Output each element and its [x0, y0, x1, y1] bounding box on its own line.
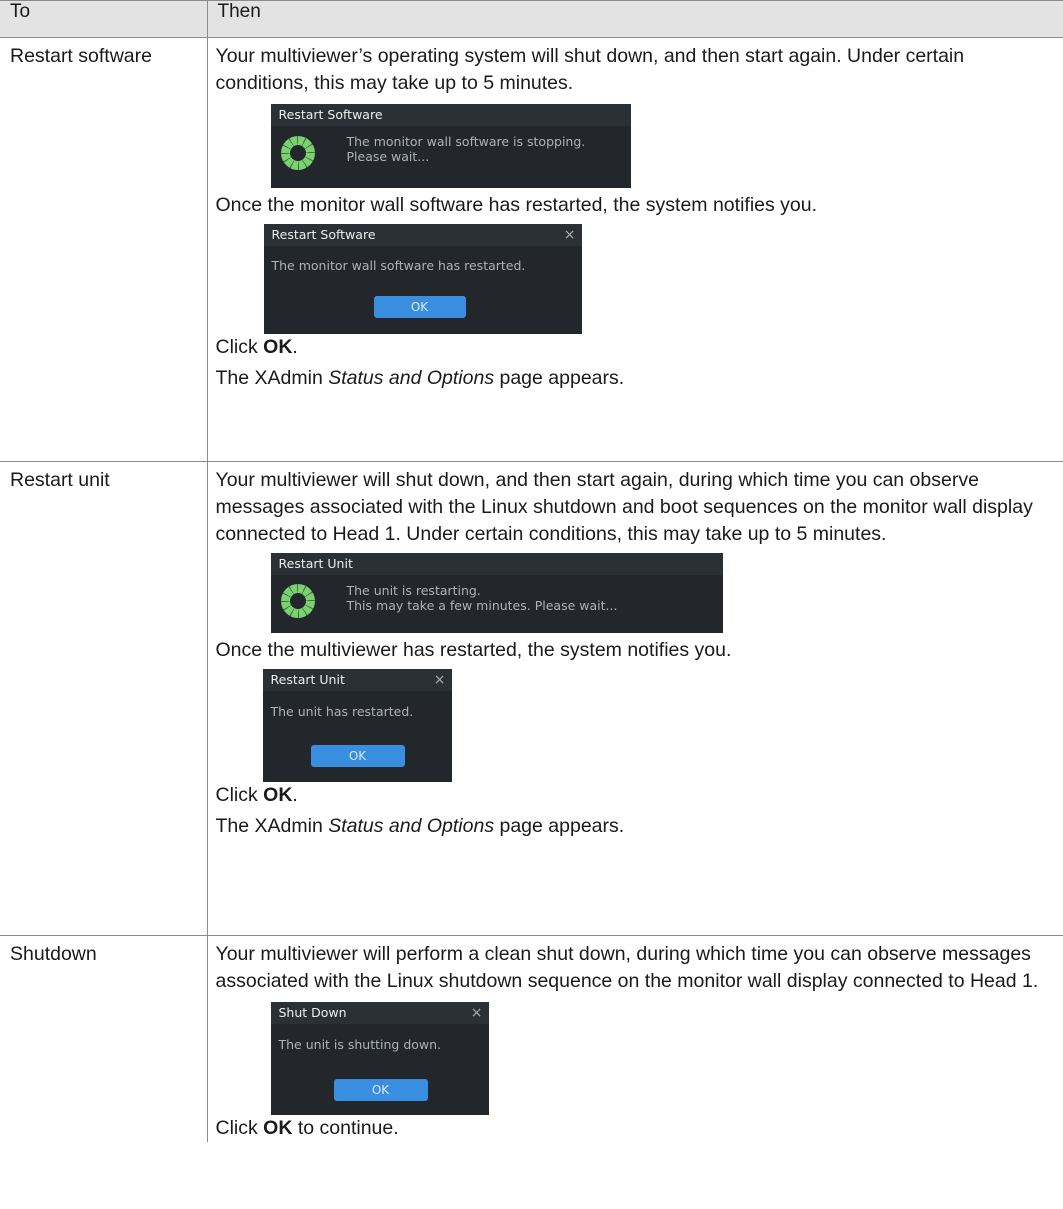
dialog-title-text: Restart Unit — [270, 672, 345, 687]
ok-button[interactable]: OK — [373, 296, 466, 318]
description: Your multiviewer’s operating system will… — [215, 45, 965, 94]
dialog-title: Restart Software × — [263, 224, 582, 246]
dialog-title: Restart Unit — [270, 553, 723, 575]
then-cell: Your multiviewer’s operating system will… — [206, 37, 1063, 462]
dialog-message-line: The monitor wall software is stopping. — [346, 134, 586, 149]
table-row: Restart unit Your multiviewer will shut … — [0, 461, 1063, 936]
click-ok-text: Click OK. — [215, 336, 298, 358]
spinner-icon — [280, 584, 315, 618]
dialog-title: Shut Down × — [270, 1002, 489, 1024]
header-row: To Then — [0, 0, 1063, 38]
click-ok-text: Click OK to continue. — [215, 1117, 399, 1139]
close-icon[interactable]: × — [434, 669, 446, 691]
action-restart-unit: Restart unit — [0, 461, 208, 936]
notify-text: Once the multiviewer has restarted, the … — [215, 639, 732, 661]
then-cell: Your multiviewer will shut down, and the… — [206, 461, 1063, 936]
dialog-message: The monitor wall software is stopping. P… — [347, 134, 586, 164]
progress-dialog: Restart Software The monitor wall softwa… — [270, 104, 631, 188]
description: Your multiviewer will shut down, and the… — [215, 469, 1033, 545]
status-text: The XAdmin Status and Options page appea… — [215, 367, 625, 389]
then-cell: Your multiviewer will perform a clean sh… — [206, 935, 1063, 1142]
dialog-message: The monitor wall software has restarted. — [271, 258, 526, 273]
action-shutdown: Shutdown — [0, 935, 208, 1142]
close-icon[interactable]: × — [564, 224, 576, 246]
dialog-message: The unit is shutting down. — [278, 1037, 442, 1052]
progress-dialog: Restart Unit The unit is restarting. Thi… — [270, 553, 723, 633]
notification-dialog: Restart Unit × The unit has restarted. O… — [262, 669, 452, 782]
click-ok-text: Click OK. — [215, 784, 298, 806]
ok-button[interactable]: OK — [310, 745, 405, 767]
action-restart-software: Restart software — [0, 37, 208, 462]
close-icon[interactable]: × — [471, 1002, 483, 1024]
description: Your multiviewer will perform a clean sh… — [215, 943, 1039, 992]
notify-text: Once the monitor wall software has resta… — [215, 194, 818, 216]
notification-dialog: Shut Down × The unit is shutting down. O… — [270, 1002, 489, 1115]
header-to: To — [0, 0, 208, 38]
dialog-title-text: Shut Down — [278, 1005, 347, 1020]
procedure-table: To Then Restart software Your multiviewe… — [0, 0, 1063, 1142]
dialog-message: The unit is restarting. This may take a … — [347, 583, 618, 613]
dialog-message-line: This may take a few minutes. Please wait… — [346, 598, 618, 613]
dialog-message-line: Please wait... — [346, 149, 430, 164]
dialog-message: The unit has restarted. — [270, 704, 414, 719]
dialog-title-text: Restart Software — [271, 227, 376, 242]
status-text: The XAdmin Status and Options page appea… — [215, 815, 625, 837]
dialog-message-line: The unit is restarting. — [346, 583, 481, 598]
notification-dialog: Restart Software × The monitor wall soft… — [263, 224, 582, 334]
table-row: Restart software Your multiviewer’s oper… — [0, 37, 1063, 462]
table-row: Shutdown Your multiviewer will perform a… — [0, 935, 1063, 1142]
spinner-icon — [280, 136, 315, 170]
ok-button[interactable]: OK — [333, 1079, 428, 1101]
dialog-title: Restart Unit × — [262, 669, 452, 691]
dialog-title: Restart Software — [270, 104, 631, 126]
header-then: Then — [206, 0, 1063, 38]
